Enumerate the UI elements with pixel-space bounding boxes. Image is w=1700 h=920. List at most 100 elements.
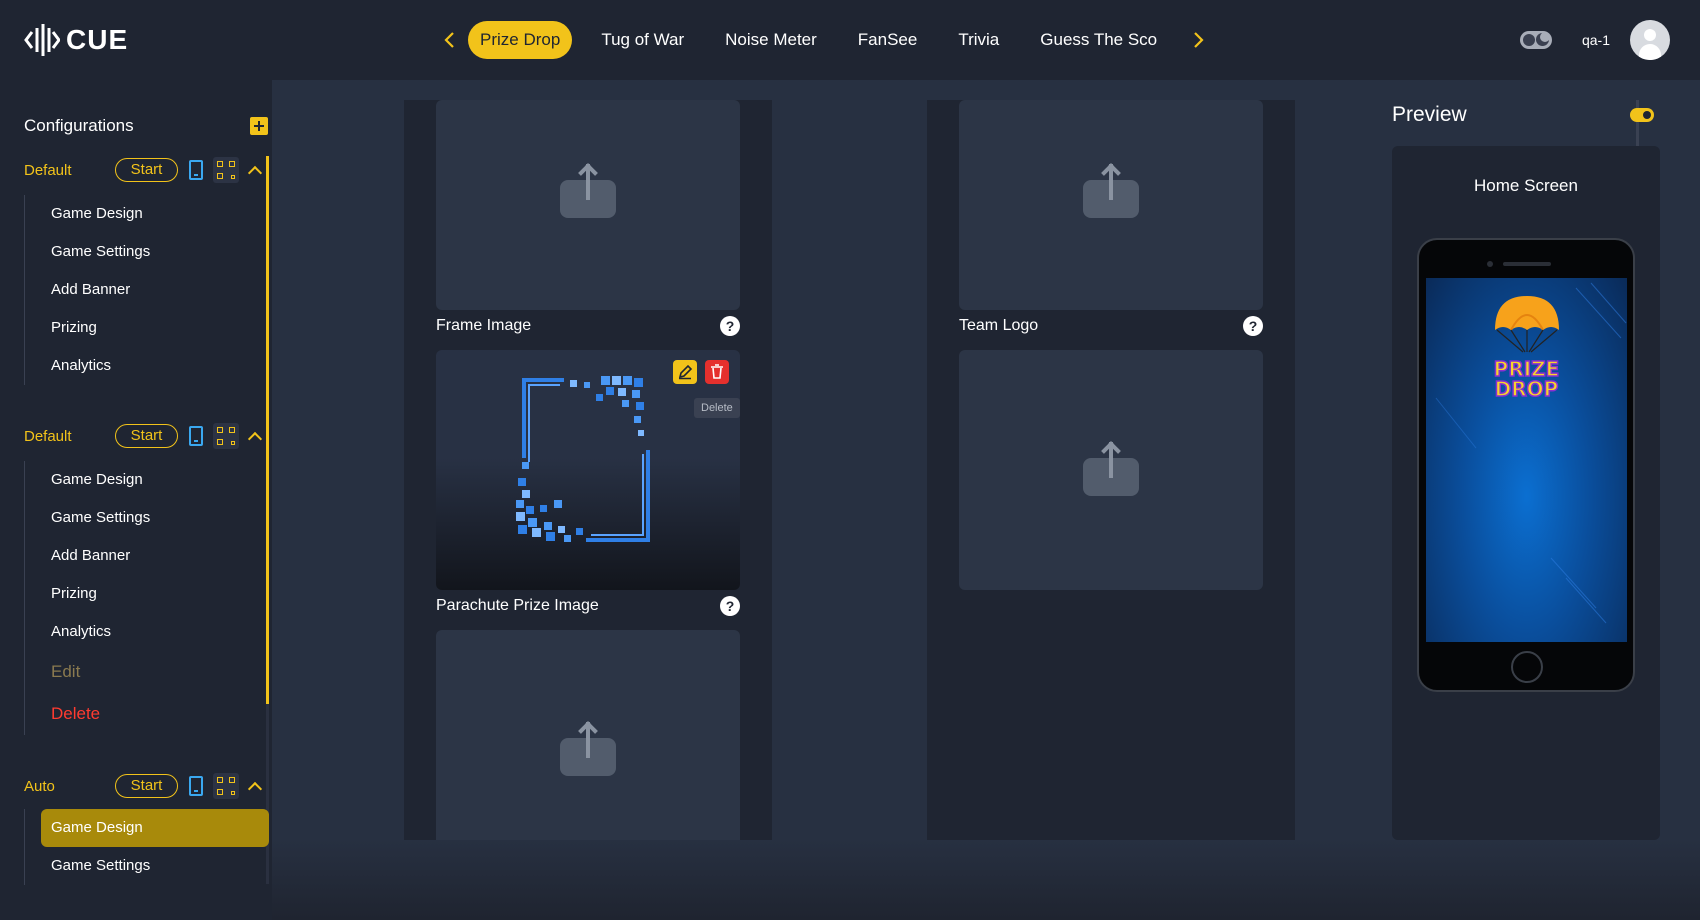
mobile-preview-icon[interactable] <box>189 776 203 796</box>
menu-edit[interactable]: Edit <box>25 651 264 693</box>
phone-screen: PRIZE DROP <box>1426 278 1627 642</box>
upload-icon <box>560 720 616 776</box>
cue-logo-icon <box>24 24 60 56</box>
camera-icon <box>1487 261 1493 267</box>
chevron-up-icon[interactable] <box>247 165 263 181</box>
tab-prize-drop[interactable]: Prize Drop <box>468 21 573 59</box>
menu-add-banner[interactable]: Add Banner <box>25 537 264 575</box>
preview-title: Preview <box>1392 103 1467 126</box>
trash-icon <box>711 364 723 379</box>
configuration-name[interactable]: Default <box>24 162 115 179</box>
menu-game-design[interactable]: Game Design <box>25 195 264 233</box>
mobile-preview-icon[interactable] <box>189 426 203 446</box>
parachute-prize-image-label: Parachute Prize Image <box>436 597 599 614</box>
preview-screen-label: Home Screen <box>1474 176 1578 195</box>
menu-prizing[interactable]: Prizing <box>25 575 264 613</box>
user-icon <box>1644 29 1656 41</box>
top-bar: CUE Prize Drop Tug of War Noise Meter Fa… <box>0 0 1700 80</box>
help-icon[interactable]: ? <box>720 316 740 336</box>
game-logo-line1: PRIZE <box>1493 357 1560 381</box>
frame-image-upload[interactable] <box>436 100 740 310</box>
start-button[interactable]: Start <box>115 158 178 182</box>
frame-image-label-row: Frame Image ? <box>436 316 740 336</box>
game-logo-line2: DROP <box>1494 377 1559 401</box>
menu-add-banner[interactable]: Add Banner <box>25 271 264 309</box>
top-image-upload[interactable] <box>959 100 1263 310</box>
speaker-icon <box>1503 262 1551 266</box>
sidebar-title: Configurations <box>24 116 134 135</box>
help-icon[interactable]: ? <box>720 596 740 616</box>
parachute-icon <box>1494 296 1559 353</box>
tab-guess-the-score[interactable]: Guess The Sco <box>1028 21 1169 59</box>
parachute-prize-image-label-row: Parachute Prize Image ? <box>436 596 740 616</box>
start-button[interactable]: Start <box>115 424 178 448</box>
parachute-prize-image-upload[interactable] <box>436 630 740 840</box>
chevron-up-icon[interactable] <box>247 781 263 797</box>
user-area: qa-1 <box>1519 18 1670 62</box>
chevron-right-icon <box>1194 32 1204 48</box>
team-logo-upload[interactable] <box>959 350 1263 590</box>
preview-toggle[interactable] <box>1630 108 1654 122</box>
qr-code-icon[interactable] <box>213 423 239 449</box>
upload-icon <box>1083 162 1139 218</box>
theme-toggle[interactable] <box>1519 31 1552 49</box>
menu-analytics[interactable]: Analytics <box>25 613 264 651</box>
phone-mockup: PRIZE DROP <box>1417 238 1635 692</box>
configuration-2: Default Start Game Design Game Settings … <box>24 421 264 735</box>
menu-game-settings[interactable]: Game Settings <box>25 847 264 885</box>
configuration-menu: Game Design Game Settings Add Banner Pri… <box>24 195 264 385</box>
configuration-3: Auto Start Game Design Game Settings <box>24 771 269 885</box>
images-column-left: Frame Image ? Delete Parachute Prize Ima… <box>404 100 772 840</box>
tab-trivia[interactable]: Trivia <box>946 21 1011 59</box>
nav-prev-button[interactable] <box>436 20 462 60</box>
configuration-name[interactable]: Default <box>24 428 115 445</box>
nav-next-button[interactable] <box>1186 20 1212 60</box>
configuration-menu: Game Design Game Settings <box>24 809 269 885</box>
sidebar-header: Configurations <box>24 116 268 136</box>
chevron-left-icon <box>444 32 454 48</box>
tab-tug-of-war[interactable]: Tug of War <box>589 21 696 59</box>
menu-prizing[interactable]: Prizing <box>25 309 264 347</box>
help-icon[interactable]: ? <box>1243 316 1263 336</box>
menu-game-design[interactable]: Game Design <box>25 461 264 499</box>
cue-logo[interactable]: CUE <box>24 22 128 58</box>
home-button-icon <box>1511 651 1543 683</box>
pencil-icon <box>678 364 693 380</box>
game-tabs: Prize Drop Tug of War Noise Meter FanSee… <box>436 20 1212 60</box>
moon-icon <box>1535 32 1550 46</box>
team-logo-label: Team Logo <box>959 317 1039 334</box>
qr-code-icon[interactable] <box>213 773 239 799</box>
chevron-up-icon[interactable] <box>247 431 263 447</box>
edit-image-button[interactable] <box>673 360 697 384</box>
pixel-frame-image <box>516 376 650 542</box>
preview-panel: Home Screen PRIZE DROP <box>1392 146 1660 840</box>
sidebar-scrollbar-thumb[interactable] <box>266 156 269 704</box>
tab-fansee[interactable]: FanSee <box>846 21 930 59</box>
team-logo-label-row: Team Logo ? <box>959 316 1263 336</box>
delete-tooltip: Delete <box>694 398 740 418</box>
menu-game-settings[interactable]: Game Settings <box>25 499 264 537</box>
footer-shade <box>272 840 1700 920</box>
delete-image-button[interactable] <box>705 360 729 384</box>
upload-icon <box>560 162 616 218</box>
configuration-name[interactable]: Auto <box>24 778 115 795</box>
images-column-right: Team Logo ? <box>927 100 1295 840</box>
menu-delete[interactable]: Delete <box>25 693 264 735</box>
tab-noise-meter[interactable]: Noise Meter <box>713 21 829 59</box>
configuration-menu: Game Design Game Settings Add Banner Pri… <box>24 461 264 735</box>
logo-text: CUE <box>66 24 129 55</box>
add-configuration-button[interactable] <box>250 117 268 135</box>
avatar[interactable] <box>1630 20 1670 60</box>
start-button[interactable]: Start <box>115 774 178 798</box>
upload-icon <box>1083 440 1139 496</box>
qr-code-icon[interactable] <box>213 157 239 183</box>
configuration-1: Default Start Game Design Game Settings … <box>24 155 264 385</box>
menu-analytics[interactable]: Analytics <box>25 347 264 385</box>
sidebar: Configurations Default Start Game Design… <box>0 80 272 920</box>
mobile-preview-icon[interactable] <box>189 160 203 180</box>
menu-game-settings[interactable]: Game Settings <box>25 233 264 271</box>
frame-image-preview: Delete <box>436 350 740 590</box>
frame-image-label: Frame Image <box>436 317 532 334</box>
menu-game-design-active[interactable]: Game Design <box>41 809 269 847</box>
sun-icon <box>1522 34 1535 46</box>
